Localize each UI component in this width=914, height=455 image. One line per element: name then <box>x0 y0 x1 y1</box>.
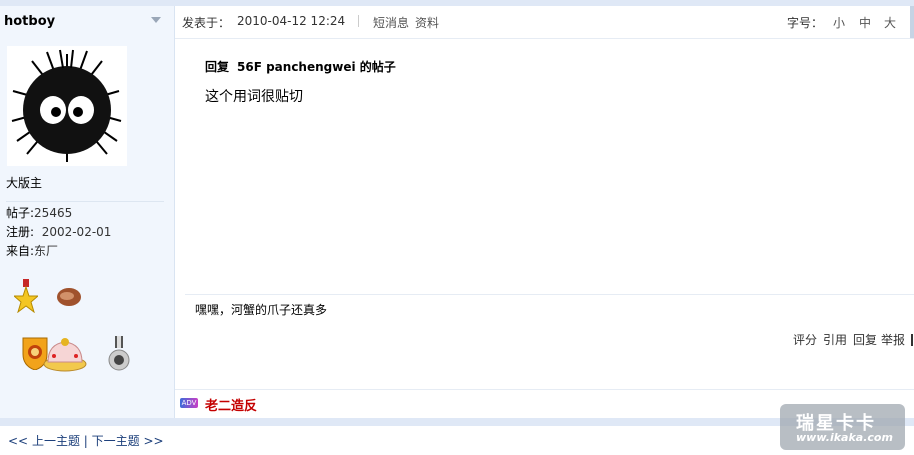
font-large-button[interactable]: 大 <box>884 14 896 31</box>
profile-link[interactable]: 资料 <box>415 14 439 31</box>
font-medium-button[interactable]: 中 <box>859 14 871 31</box>
ad-divider <box>175 389 914 390</box>
ad-link[interactable]: 老二造反 <box>205 395 257 414</box>
reply-target[interactable]: 56F panchengwei <box>237 60 356 74</box>
register-label: 注册: <box>6 225 35 239</box>
post-body: 这个用词很贴切 <box>205 89 303 105</box>
from-row: 来自:东厂 <box>6 242 58 261</box>
post-main: 发表于： 2010-04-12 12:24 短消息 资料 字号： 小 中 大 回… <box>175 6 914 418</box>
reply-suffix: 的帖子 <box>359 60 396 74</box>
post-date: 2010-04-12 12:24 <box>237 14 346 28</box>
thread-nav: << 上一主题 | 下一主题 >> <box>8 432 164 449</box>
adv-badge-icon: ADV <box>180 398 198 408</box>
register-value: 2002-02-01 <box>41 225 112 239</box>
font-size-label: 字号： <box>787 16 824 30</box>
watermark-url: www.ikaka.com <box>796 431 893 444</box>
author-sidebar: hotboy 大版主 帖子:25465 注册: 2002-02-01 来自:东厂 <box>0 6 175 418</box>
quote-button[interactable]: 引用 <box>823 331 847 348</box>
watermark: 瑞星卡卡 www.ikaka.com <box>780 404 905 450</box>
rate-button[interactable]: 评分 <box>793 331 817 348</box>
post-container: hotboy 大版主 帖子:25465 注册: 2002-02-01 来自:东厂… <box>0 6 914 418</box>
reply-prefix: 回复 <box>205 60 230 74</box>
posted-label: 发表于： <box>182 16 231 30</box>
next-thread-link[interactable]: 下一主题 <box>92 434 140 448</box>
post-header: 发表于： 2010-04-12 12:24 短消息 资料 字号： 小 中 大 <box>175 6 914 39</box>
post-count-value: 25465 <box>34 206 73 220</box>
reply-button[interactable]: 回复 <box>853 331 877 348</box>
post-count-label: 帖子: <box>6 206 35 220</box>
reply-title: 回复 56F panchengwei 的帖子 <box>205 58 396 75</box>
divider <box>6 201 164 202</box>
dropdown-triangle-icon[interactable] <box>151 17 161 23</box>
author-name[interactable]: hotboy <box>4 14 55 29</box>
prev-arrows: << <box>8 434 29 448</box>
divider <box>358 15 359 27</box>
signature: 嘿嘿，河蟹的爪子还真多 <box>195 303 328 317</box>
avatar[interactable] <box>7 46 127 166</box>
bottom-band <box>0 418 914 426</box>
post-count-row: 帖子:25465 <box>6 204 72 223</box>
report-button[interactable]: 举报 <box>881 331 905 348</box>
from-value: 东厂 <box>34 244 59 258</box>
star-medal-icon[interactable] <box>12 279 40 316</box>
pm-link[interactable]: 短消息 <box>373 14 409 31</box>
bean-medal-icon[interactable] <box>56 286 82 311</box>
user-group: 大版主 <box>6 176 43 190</box>
silver-medal-icon[interactable] <box>108 336 130 375</box>
font-small-button[interactable]: 小 <box>833 14 845 31</box>
register-row: 注册: 2002-02-01 <box>6 223 111 242</box>
nav-divider: | <box>83 434 88 448</box>
next-arrows: >> <box>143 434 164 448</box>
prev-thread-link[interactable]: 上一主题 <box>32 434 80 448</box>
crown-medal-icon[interactable] <box>42 336 88 375</box>
divider <box>911 334 913 346</box>
from-label: 来自: <box>6 244 35 258</box>
signature-divider <box>185 294 914 295</box>
edge-bar <box>910 6 914 38</box>
